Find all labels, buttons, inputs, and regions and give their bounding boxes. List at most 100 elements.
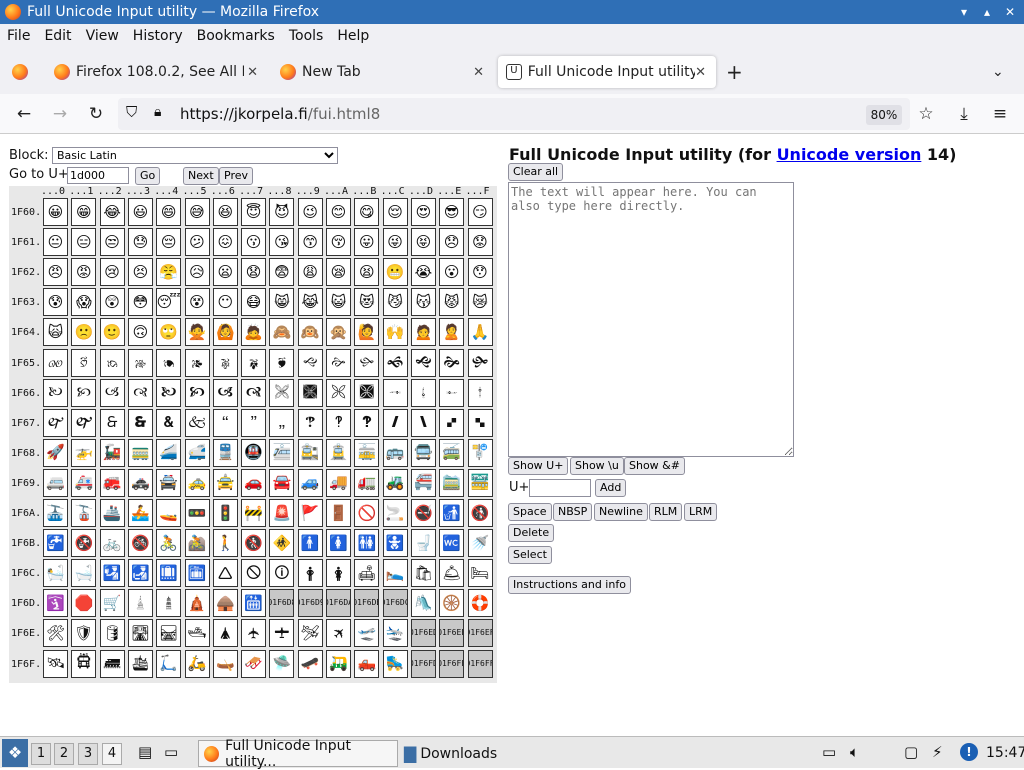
char-cell[interactable]: 🛟 bbox=[467, 589, 493, 618]
char-cell[interactable]: 🙊 bbox=[326, 318, 351, 347]
char-cell[interactable]: 🙖 bbox=[212, 348, 238, 377]
char-cell[interactable]: 😩 bbox=[297, 258, 323, 287]
clear-all-button[interactable]: Clear all bbox=[508, 163, 564, 181]
char-cell[interactable]: 😎 bbox=[439, 198, 465, 226]
char-cell[interactable]: 😳 bbox=[127, 288, 153, 317]
char-cell[interactable]: 😃 bbox=[127, 198, 153, 226]
char-cell[interactable]: 😗 bbox=[241, 228, 267, 257]
close-window-icon[interactable]: ✕ bbox=[1001, 3, 1019, 21]
char-cell[interactable]: 🚴 bbox=[156, 529, 182, 558]
char-cell[interactable]: 🙻 bbox=[354, 408, 380, 437]
char-cell[interactable]: 🚔 bbox=[156, 468, 182, 497]
char-cell[interactable]: 🚙 bbox=[297, 468, 323, 497]
char-cell[interactable]: 🚗 bbox=[241, 468, 267, 497]
char-cell[interactable]: 🙧 bbox=[241, 378, 267, 407]
char-cell[interactable]: 🚌 bbox=[382, 438, 408, 467]
char-cell[interactable]: 🚸 bbox=[269, 529, 295, 558]
char-cell[interactable]: 🛌 bbox=[382, 559, 408, 588]
char-cell[interactable]: 🛻 bbox=[354, 649, 380, 678]
goto-input[interactable] bbox=[67, 167, 129, 184]
char-cell[interactable]: 🛖 bbox=[212, 589, 238, 618]
char-cell[interactable]: 🙃 bbox=[127, 318, 153, 347]
char-cell[interactable]: 🚰 bbox=[43, 529, 68, 558]
menu-bookmarks[interactable]: Bookmarks bbox=[190, 28, 282, 44]
char-cell[interactable]: 🚁 bbox=[71, 438, 97, 467]
char-cell[interactable]: 🙓 bbox=[127, 348, 153, 377]
taskbar-firefox[interactable]: Full Unicode Input utility... bbox=[198, 738, 398, 770]
char-cell[interactable]: 😠 bbox=[43, 258, 68, 287]
char-cell[interactable]: 🚇 bbox=[241, 438, 267, 467]
char-cell[interactable]: 😆 bbox=[212, 198, 238, 226]
char-cell[interactable]: 🛼 bbox=[382, 649, 408, 678]
unicode-version-link[interactable]: Unicode version bbox=[777, 145, 922, 164]
uplus-input[interactable] bbox=[529, 479, 591, 497]
char-cell[interactable]: 🚉 bbox=[297, 438, 323, 467]
char-cell[interactable]: 😁 bbox=[71, 198, 97, 226]
char-cell[interactable]: 🙼 bbox=[382, 408, 408, 437]
char-cell[interactable]: 🛡 bbox=[71, 619, 97, 648]
char-cell[interactable]: 🙍 bbox=[410, 318, 436, 347]
prev-button[interactable]: Prev bbox=[219, 167, 253, 185]
tray-display-icon[interactable]: ▭ bbox=[822, 743, 836, 761]
char-cell[interactable]: 01F6FF bbox=[467, 649, 493, 678]
char-cell[interactable]: 😘 bbox=[269, 228, 295, 257]
char-cell[interactable]: 🛠 bbox=[43, 619, 68, 648]
char-cell[interactable]: 😸 bbox=[269, 288, 295, 317]
char-cell[interactable]: 🛎 bbox=[439, 559, 465, 588]
char-cell[interactable]: 😨 bbox=[269, 258, 295, 287]
char-cell[interactable]: 🚖 bbox=[212, 468, 238, 497]
char-cell[interactable]: 😱 bbox=[71, 288, 97, 317]
show-backslash-u-button[interactable]: Show \u bbox=[570, 457, 624, 475]
char-cell[interactable]: 🚄 bbox=[156, 438, 182, 467]
char-cell[interactable]: 🙹 bbox=[297, 408, 323, 437]
char-cell[interactable]: 😤 bbox=[156, 258, 182, 287]
block-select[interactable]: Basic Latin bbox=[52, 147, 338, 164]
char-cell[interactable]: 🚟 bbox=[467, 468, 493, 497]
char-cell[interactable]: 😕 bbox=[184, 228, 210, 257]
char-cell[interactable]: 😺 bbox=[326, 288, 351, 317]
menu-tools[interactable]: Tools bbox=[282, 28, 331, 44]
select-button[interactable]: Select bbox=[508, 546, 552, 564]
char-cell[interactable]: 🛷 bbox=[241, 649, 267, 678]
char-cell[interactable]: 🛝 bbox=[410, 589, 436, 618]
char-cell[interactable]: 🙱 bbox=[71, 408, 97, 437]
tab-full-unicode[interactable]: U Full Unicode Input utility ✕ bbox=[498, 56, 716, 88]
char-cell[interactable]: 😣 bbox=[127, 258, 153, 287]
char-cell[interactable]: 🛵 bbox=[184, 649, 210, 678]
char-cell[interactable]: 🙎 bbox=[439, 318, 465, 347]
char-cell[interactable]: 😲 bbox=[99, 288, 125, 317]
char-cell[interactable]: 🚣 bbox=[127, 499, 153, 527]
char-cell[interactable]: 🛐 bbox=[43, 589, 68, 618]
menu-edit[interactable]: Edit bbox=[37, 28, 78, 44]
char-cell[interactable]: 🙵 bbox=[184, 408, 210, 437]
delete-button[interactable]: Delete bbox=[508, 524, 555, 542]
char-cell[interactable]: 🛊 bbox=[326, 559, 351, 588]
char-cell[interactable]: 🙗 bbox=[241, 348, 267, 377]
zoom-level[interactable]: 80% bbox=[866, 105, 902, 125]
char-cell[interactable]: 🚹 bbox=[297, 529, 323, 558]
char-cell[interactable]: 🚈 bbox=[269, 438, 295, 467]
char-cell[interactable]: 🚤 bbox=[156, 499, 182, 527]
char-cell[interactable]: 🚭 bbox=[410, 499, 436, 527]
char-cell[interactable]: 🙜 bbox=[382, 348, 408, 377]
rlm-button[interactable]: RLM bbox=[649, 503, 683, 521]
char-cell[interactable]: 🚅 bbox=[184, 438, 210, 467]
char-cell[interactable]: 🙀 bbox=[43, 318, 68, 347]
char-cell[interactable]: 🚛 bbox=[354, 468, 380, 497]
char-cell[interactable]: 🚺 bbox=[326, 529, 351, 558]
forward-icon[interactable]: → bbox=[48, 102, 72, 126]
char-cell[interactable]: 🛀 bbox=[43, 559, 68, 588]
downloads-icon[interactable]: ⤓ bbox=[952, 102, 976, 126]
char-cell[interactable]: 🛲 bbox=[99, 649, 125, 678]
char-cell[interactable]: 🙟 bbox=[467, 348, 493, 377]
char-cell[interactable]: 🙇 bbox=[241, 318, 267, 347]
char-cell[interactable]: 🙲 bbox=[99, 408, 125, 437]
char-cell[interactable]: 🙞 bbox=[439, 348, 465, 377]
tab-firefox-release[interactable]: Firefox 108.0.2, See All N ✕ bbox=[46, 56, 268, 88]
char-cell[interactable]: 🙔 bbox=[156, 348, 182, 377]
firefox-view-tab[interactable] bbox=[4, 56, 40, 88]
nbsp-button[interactable]: NBSP bbox=[553, 503, 593, 521]
char-cell[interactable]: 🛰 bbox=[43, 649, 68, 678]
list-tabs-icon[interactable]: ⌄ bbox=[992, 56, 1016, 88]
char-cell[interactable]: 🛄 bbox=[156, 559, 182, 588]
